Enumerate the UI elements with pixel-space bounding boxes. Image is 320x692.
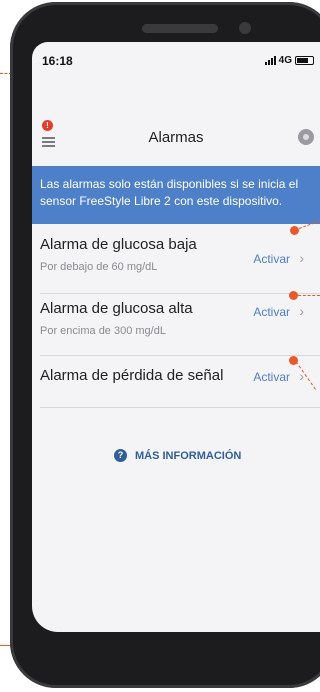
chevron-right-icon: › [299,250,304,266]
side-button-upper [14,112,24,200]
annotation-line-high [298,295,320,296]
alarm-row-low[interactable]: Alarma de glucosa baja Por debajo de 60 … [40,236,320,294]
speaker-grille [142,24,218,33]
status-bar: 16:18 4G [32,42,320,72]
alarm-row-high[interactable]: Alarma de glucosa alta Por encima de 300… [40,294,320,356]
alarm-subtitle: Por debajo de 60 mg/dL [40,261,158,273]
signal-icon [264,56,276,65]
chevron-right-icon: › [299,303,304,319]
row-divider [40,407,320,408]
app-screen: 16:18 4G ! Alarmas Las alarmas solo está… [32,42,320,632]
sensor-icon[interactable] [298,129,314,145]
activate-button[interactable]: Activar [253,252,290,266]
help-icon: ? [114,449,127,462]
status-indicators: 4G [264,55,314,66]
page-title: Alarmas [148,129,204,146]
alarm-title: Alarma de glucosa alta [40,300,193,317]
alarm-title: Alarma de glucosa baja [40,236,197,253]
info-banner: Las alarmas solo están disponibles si se… [32,166,320,224]
nav-bar: ! Alarmas [32,120,320,156]
network-label: 4G [278,55,292,66]
activate-button[interactable]: Activar [253,370,290,384]
alarm-title: Alarma de pérdida de señal [40,367,224,384]
battery-icon [295,56,314,65]
activate-button[interactable]: Activar [253,305,290,319]
more-info-label: MÁS INFORMACIÓN [135,449,242,462]
annotation-dot-high [289,291,298,300]
alarm-row-signal-loss[interactable]: Alarma de pérdida de señal Activar › [40,356,320,408]
alarm-subtitle: Por encima de 300 mg/dL [40,325,166,337]
status-time: 16:18 [42,54,73,68]
side-button-lower [14,230,24,292]
more-info-link[interactable]: ? MÁS INFORMACIÓN [114,449,241,462]
front-camera [239,22,251,34]
